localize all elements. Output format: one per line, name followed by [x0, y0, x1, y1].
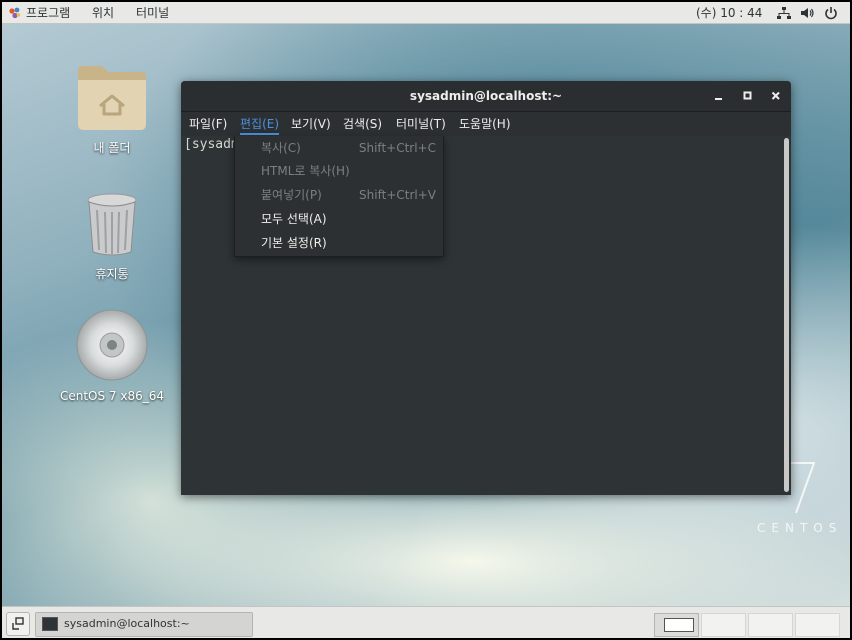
menu-item-preferences[interactable]: 기본 설정(R)	[235, 232, 443, 254]
menu-file[interactable]: 파일(F)	[189, 116, 227, 132]
trash-icon	[87, 193, 137, 256]
maximize-icon	[743, 91, 752, 100]
window-title: sysadmin@localhost:~	[409, 89, 563, 103]
workspace-3[interactable]	[748, 613, 793, 637]
menu-item-copy-html[interactable]: HTML로 복사(H)	[235, 160, 443, 182]
workspace-4[interactable]	[795, 613, 840, 637]
places-menu[interactable]: 위치	[92, 5, 114, 21]
maximize-button[interactable]	[740, 89, 756, 105]
close-icon	[771, 91, 780, 100]
taskbar-window-terminal[interactable]: sysadmin@localhost:~	[35, 612, 253, 637]
terminal-menubar: 파일(F) 편집(E) 보기(V) 검색(S) 터미널(T) 도움말(H)	[181, 112, 791, 136]
minimize-button[interactable]	[711, 89, 727, 105]
desktop-icon-label: 휴지통	[95, 267, 129, 281]
menu-view[interactable]: 보기(V)	[291, 116, 331, 132]
show-desktop-icon	[12, 617, 24, 630]
terminal-app-menu[interactable]: 터미널	[136, 5, 169, 21]
menu-terminal[interactable]: 터미널(T)	[396, 116, 446, 132]
terminal-icon	[42, 617, 58, 631]
menu-search[interactable]: 검색(S)	[343, 116, 382, 132]
show-desktop-button[interactable]	[6, 612, 30, 636]
menu-item-label: 붙여넣기(P)	[261, 188, 322, 202]
desktop-icon-trash[interactable]: 휴지통	[57, 192, 167, 282]
menu-item-shortcut: Shift+Ctrl+C	[358, 141, 436, 155]
menu-item-label: 복사(C)	[261, 141, 301, 155]
menu-item-select-all[interactable]: 모두 선택(A)	[235, 208, 443, 230]
volume-icon[interactable]	[800, 6, 814, 20]
desktop-icon-disc[interactable]: CentOS 7 x86_64	[57, 308, 167, 403]
desktop-screen: 프로그램 위치 터미널 (수) 10 : 44 내 폴더 휴지통 CentOS …	[2, 2, 850, 638]
network-icon[interactable]	[777, 6, 791, 20]
bottom-panel: sysadmin@localhost:~	[2, 606, 850, 638]
taskbar-window-label: sysadmin@localhost:~	[64, 617, 190, 630]
top-bar: 프로그램 위치 터미널 (수) 10 : 44	[2, 2, 850, 24]
disc-icon	[76, 309, 148, 381]
edit-menu-dropdown: 복사(C) Shift+Ctrl+C HTML로 복사(H) 붙여넣기(P) S…	[234, 136, 444, 257]
desktop-icon-label: CentOS 7 x86_64	[59, 389, 165, 403]
minimize-icon	[715, 98, 722, 100]
menu-item-label: 기본 설정(R)	[261, 236, 327, 250]
menu-help[interactable]: 도움말(H)	[459, 116, 511, 132]
menu-item-label: HTML로 복사(H)	[261, 164, 350, 178]
menu-item-paste[interactable]: 붙여넣기(P) Shift+Ctrl+V	[235, 184, 443, 206]
menu-item-shortcut: Shift+Ctrl+V	[359, 188, 436, 202]
menu-edit[interactable]: 편집(E)	[240, 116, 280, 135]
centos-logo-text: CENTOS	[757, 521, 843, 535]
power-icon[interactable]	[824, 6, 838, 20]
desktop-icon-label: 내 폴더	[93, 141, 131, 155]
clock[interactable]: (수) 10 : 44	[696, 5, 762, 21]
desktop-icon-home[interactable]: 내 폴더	[57, 64, 167, 156]
terminal-titlebar[interactable]: sysadmin@localhost:~	[181, 81, 791, 112]
applications-icon[interactable]	[9, 7, 21, 19]
terminal-scrollbar[interactable]	[784, 138, 789, 492]
applications-menu[interactable]: 프로그램	[26, 5, 70, 21]
menu-item-label: 모두 선택(A)	[261, 212, 327, 226]
workspace-1[interactable]	[654, 613, 699, 637]
workspace-2[interactable]	[701, 613, 746, 637]
close-button[interactable]	[768, 89, 784, 105]
terminal-prompt: [sysadm	[184, 137, 239, 152]
home-folder-icon	[78, 66, 146, 130]
workspace-window-thumbnail	[664, 618, 694, 632]
menu-item-copy[interactable]: 복사(C) Shift+Ctrl+C	[235, 137, 443, 159]
